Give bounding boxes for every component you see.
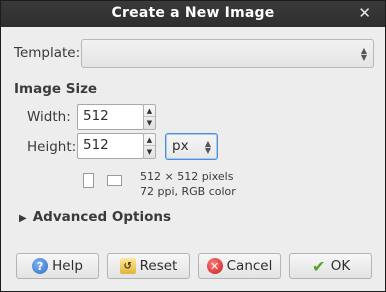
width-input[interactable]: 512 (77, 104, 144, 130)
spin-up-icon[interactable]: ▲ (144, 134, 155, 146)
updown-arrows-icon: ▲ ▼ (204, 138, 211, 155)
image-info: 512 × 512 pixels 72 ppi, RGB color (140, 169, 236, 199)
height-input[interactable]: 512 (77, 133, 144, 159)
reset-icon: ↺ (119, 258, 136, 274)
ok-button[interactable]: ✔ OK (289, 253, 372, 279)
create-image-dialog: Create a New Image ✕ Template: ▲ ▼ Image … (0, 0, 386, 292)
help-button[interactable]: ? Help (16, 253, 99, 279)
resolution-text: 72 ppi, RGB color (140, 185, 236, 198)
spin-down-icon[interactable]: ▼ (144, 117, 155, 129)
height-label: Height: (27, 139, 77, 155)
unit-combo[interactable]: px ▲ ▼ (165, 133, 218, 160)
help-icon: ? (32, 258, 49, 274)
dialog-title: Create a New Image (111, 5, 275, 21)
cancel-icon: ✕ (206, 258, 223, 274)
cancel-button[interactable]: ✕ Cancel (198, 253, 281, 279)
template-label: Template: (14, 45, 81, 61)
close-icon[interactable]: ✕ (358, 4, 371, 22)
width-label: Width: (27, 109, 71, 125)
reset-button[interactable]: ↺ Reset (107, 253, 190, 279)
expander-arrow-icon: ▶ (19, 213, 27, 224)
advanced-options-label: Advanced Options (32, 209, 171, 225)
reset-label: Reset (139, 258, 178, 274)
height-spinner[interactable]: ▲ ▼ (143, 133, 156, 159)
landscape-icon[interactable] (107, 175, 122, 186)
updown-arrows-icon: ▲ ▼ (360, 45, 367, 62)
unit-value: px (172, 138, 189, 154)
width-spinner[interactable]: ▲ ▼ (143, 104, 156, 130)
template-combo[interactable]: ▲ ▼ (81, 39, 374, 68)
image-size-heading: Image Size (14, 81, 98, 97)
portrait-icon[interactable] (83, 173, 94, 188)
advanced-options-expander[interactable]: ▶ Advanced Options (19, 209, 171, 225)
title-bar[interactable]: Create a New Image ✕ (1, 1, 385, 27)
cancel-label: Cancel (226, 258, 273, 274)
spin-up-icon[interactable]: ▲ (144, 105, 155, 117)
help-label: Help (52, 258, 83, 274)
checkmark-icon: ✔ (312, 256, 326, 276)
pixel-size-text: 512 × 512 pixels (140, 170, 234, 183)
spin-down-icon[interactable]: ▼ (144, 146, 155, 158)
ok-label: OK (330, 258, 351, 274)
